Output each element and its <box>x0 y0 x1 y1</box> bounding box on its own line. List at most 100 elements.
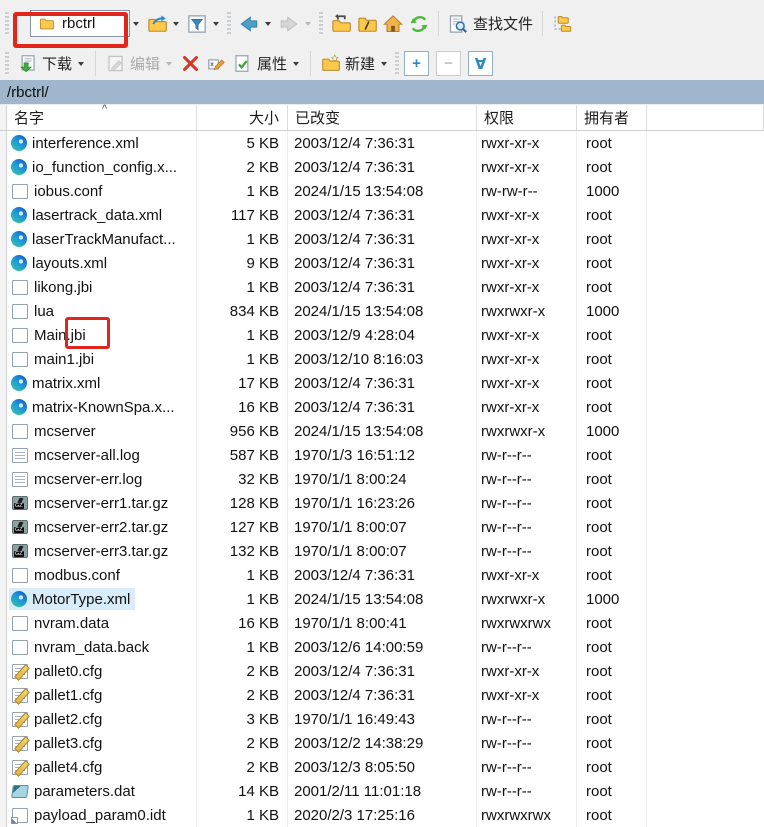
directory-combo-dropdown[interactable] <box>130 10 144 37</box>
new-dropdown[interactable] <box>381 62 387 66</box>
row-filler <box>647 659 764 683</box>
file-rights: rw-r--r-- <box>477 515 577 539</box>
toolbar-grip[interactable] <box>5 52 9 76</box>
file-name: pallet1.cfg <box>34 687 102 704</box>
file-name: matrix.xml <box>32 375 100 392</box>
toolbar-separator <box>542 11 543 36</box>
open-directory-dropdown[interactable] <box>173 22 179 26</box>
edit-button[interactable]: 编辑 <box>103 49 162 79</box>
table-row[interactable]: layouts.xml9 KB2003/12/4 7:36:31rwxr-xr-… <box>0 251 764 275</box>
filter-dropdown[interactable] <box>213 22 219 26</box>
table-row[interactable]: pallet2.cfg3 KB1970/1/1 16:49:43rw-r--r-… <box>0 707 764 731</box>
refresh-button[interactable] <box>407 9 431 39</box>
back-dropdown[interactable] <box>265 22 271 26</box>
table-row[interactable]: mcserver-err3.tar.gz132 KB1970/1/1 8:00:… <box>0 539 764 563</box>
table-row[interactable]: laserTrackManufact...1 KB2003/12/4 7:36:… <box>0 227 764 251</box>
table-row[interactable]: Main.jbi1 KB2003/12/9 4:28:04rwxr-xr-xro… <box>0 323 764 347</box>
dat-file-icon <box>11 785 29 798</box>
directory-combo[interactable]: rbctrl <box>30 10 130 37</box>
column-header-size[interactable]: 大小 <box>197 105 288 130</box>
path-bar[interactable]: /rbctrl/ <box>0 80 764 105</box>
invert-selection-button[interactable]: ∀ <box>468 51 493 76</box>
toolbar-grip[interactable] <box>395 52 399 76</box>
table-row[interactable]: lua834 KB2024/1/15 13:54:08rwxrwxr-x1000 <box>0 299 764 323</box>
table-row[interactable]: likong.jbi1 KB2003/12/4 7:36:31rwxr-xr-x… <box>0 275 764 299</box>
table-row[interactable]: mcserver956 KB2024/1/15 13:54:08rwxrwxr-… <box>0 419 764 443</box>
properties-button[interactable]: 属性 <box>230 49 289 79</box>
file-owner: root <box>577 563 647 587</box>
table-row[interactable]: matrix.xml17 KB2003/12/4 7:36:31rwxr-xr-… <box>0 371 764 395</box>
edit-dropdown[interactable] <box>166 62 172 66</box>
table-row[interactable]: io_function_config.x...2 KB2003/12/4 7:3… <box>0 155 764 179</box>
parent-directory-button[interactable] <box>329 9 353 39</box>
file-size: 2 KB <box>197 155 288 179</box>
file-rights: rwxr-xr-x <box>477 323 577 347</box>
table-row[interactable]: parameters.dat14 KB2001/2/11 11:01:18rw-… <box>0 779 764 803</box>
file-name-cell: MotorType.xml <box>7 587 197 611</box>
row-filler <box>647 755 764 779</box>
back-button[interactable] <box>237 9 261 39</box>
download-dropdown[interactable] <box>78 62 84 66</box>
file-name: lua <box>34 303 54 320</box>
table-row[interactable]: pallet4.cfg2 KB2003/12/3 8:05:50rw-r--r-… <box>0 755 764 779</box>
select-files-button[interactable]: + <box>404 51 429 76</box>
file-changed: 2003/12/6 14:00:59 <box>288 635 477 659</box>
properties-dropdown[interactable] <box>293 62 299 66</box>
file-owner: root <box>577 275 647 299</box>
unselect-files-button[interactable]: − <box>436 51 461 76</box>
column-header-rights[interactable]: 权限 <box>477 105 577 130</box>
table-row[interactable]: pallet3.cfg2 KB2003/12/2 14:38:29rw-r--r… <box>0 731 764 755</box>
table-row[interactable]: MotorType.xml1 KB2024/1/15 13:54:08rwxrw… <box>0 587 764 611</box>
home-icon <box>383 14 403 34</box>
file-rights: rw-r--r-- <box>477 539 577 563</box>
root-directory-button[interactable] <box>355 9 379 39</box>
toolbar-grip[interactable] <box>227 12 231 36</box>
table-row[interactable]: payload_param0.idt1 KB2020/2/3 17:25:16r… <box>0 803 764 827</box>
file-size: 132 KB <box>197 539 288 563</box>
home-directory-button[interactable] <box>381 9 405 39</box>
table-row[interactable]: iobus.conf1 KB2024/1/15 13:54:08rw-rw-r-… <box>0 179 764 203</box>
download-button[interactable]: 下载 <box>15 49 74 79</box>
table-row[interactable]: mcserver-err.log32 KB1970/1/1 8:00:24rw-… <box>0 467 764 491</box>
table-row[interactable]: mcserver-err1.tar.gz128 KB1970/1/1 16:23… <box>0 491 764 515</box>
table-row[interactable]: modbus.conf1 KB2003/12/4 7:36:31rwxr-xr-… <box>0 563 764 587</box>
table-row[interactable]: mcserver-err2.tar.gz127 KB1970/1/1 8:00:… <box>0 515 764 539</box>
file-owner: root <box>577 779 647 803</box>
table-row[interactable]: matrix-KnownSpa.x...16 KB2003/12/4 7:36:… <box>0 395 764 419</box>
edge-file-icon <box>11 399 27 415</box>
forward-button[interactable] <box>277 9 301 39</box>
row-filler <box>647 275 764 299</box>
directory-tree-button[interactable] <box>550 9 574 39</box>
table-row[interactable]: interference.xml5 KB2003/12/4 7:36:31rwx… <box>0 131 764 155</box>
column-header-name[interactable]: 名字 ^ <box>7 105 197 130</box>
toolbar-grip[interactable] <box>319 12 323 36</box>
filter-button[interactable] <box>185 9 209 39</box>
table-row[interactable]: nvram.data16 KB1970/1/1 8:00:41rwxrwxrwx… <box>0 611 764 635</box>
file-rights: rw-r--r-- <box>477 755 577 779</box>
table-row[interactable]: pallet1.cfg2 KB2003/12/4 7:36:31rwxr-xr-… <box>0 683 764 707</box>
file-owner: root <box>577 227 647 251</box>
delete-button[interactable] <box>178 49 202 79</box>
file-size: 16 KB <box>197 611 288 635</box>
file-name-cell: mcserver-err.log <box>7 467 197 491</box>
table-row[interactable]: main1.jbi1 KB2003/12/10 8:16:03rwxr-xr-x… <box>0 347 764 371</box>
gz-file-icon <box>12 520 28 534</box>
table-row[interactable]: nvram_data.back1 KB2003/12/6 14:00:59rw-… <box>0 635 764 659</box>
column-header-owner-label: 拥有者 <box>584 107 629 128</box>
row-left-gutter <box>0 395 7 419</box>
file-name: mcserver-err3.tar.gz <box>34 543 168 560</box>
open-directory-button[interactable] <box>145 9 169 39</box>
column-header-changed[interactable]: 已改变 <box>288 105 477 130</box>
select-files-label: + <box>412 55 421 72</box>
table-row[interactable]: lasertrack_data.xml117 KB2003/12/4 7:36:… <box>0 203 764 227</box>
table-row[interactable]: pallet0.cfg2 KB2003/12/4 7:36:31rwxr-xr-… <box>0 659 764 683</box>
toolbar-grip[interactable] <box>5 12 9 36</box>
find-files-button[interactable]: 查找文件 <box>446 9 535 39</box>
edge-file-icon <box>11 159 27 175</box>
new-button[interactable]: 新建 <box>318 49 377 79</box>
rename-button[interactable] <box>204 49 228 79</box>
column-header-name-label: 名字 <box>14 107 44 128</box>
table-row[interactable]: mcserver-all.log587 KB1970/1/3 16:51:12r… <box>0 443 764 467</box>
forward-dropdown[interactable] <box>305 22 311 26</box>
column-header-owner[interactable]: 拥有者 <box>577 105 647 130</box>
